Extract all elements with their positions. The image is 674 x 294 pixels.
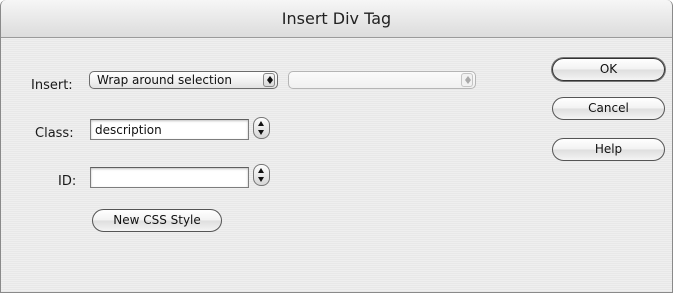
dialog-title: Insert Div Tag bbox=[281, 9, 392, 28]
insert-target-select bbox=[288, 71, 476, 89]
title-bar[interactable]: Insert Div Tag bbox=[1, 0, 672, 38]
class-field[interactable]: description bbox=[90, 119, 249, 140]
insert-position-select[interactable]: Wrap around selection bbox=[89, 71, 278, 89]
insert-label: Insert: bbox=[31, 78, 73, 93]
insert-position-value: Wrap around selection bbox=[97, 73, 232, 87]
id-field[interactable] bbox=[90, 167, 249, 188]
help-button[interactable]: Help bbox=[552, 138, 665, 161]
class-label: Class: bbox=[35, 126, 74, 141]
id-stepper-icon[interactable] bbox=[253, 164, 270, 186]
id-label: ID: bbox=[58, 174, 77, 189]
cancel-button[interactable]: Cancel bbox=[552, 97, 665, 120]
new-css-style-button[interactable]: New CSS Style bbox=[92, 209, 222, 232]
insert-div-tag-dialog: Insert Div Tag Insert: Wrap around selec… bbox=[0, 0, 673, 293]
up-down-arrows-icon bbox=[461, 73, 473, 87]
class-stepper-icon[interactable] bbox=[253, 117, 270, 139]
ok-button[interactable]: OK bbox=[552, 58, 665, 81]
up-down-arrows-icon bbox=[263, 73, 275, 87]
